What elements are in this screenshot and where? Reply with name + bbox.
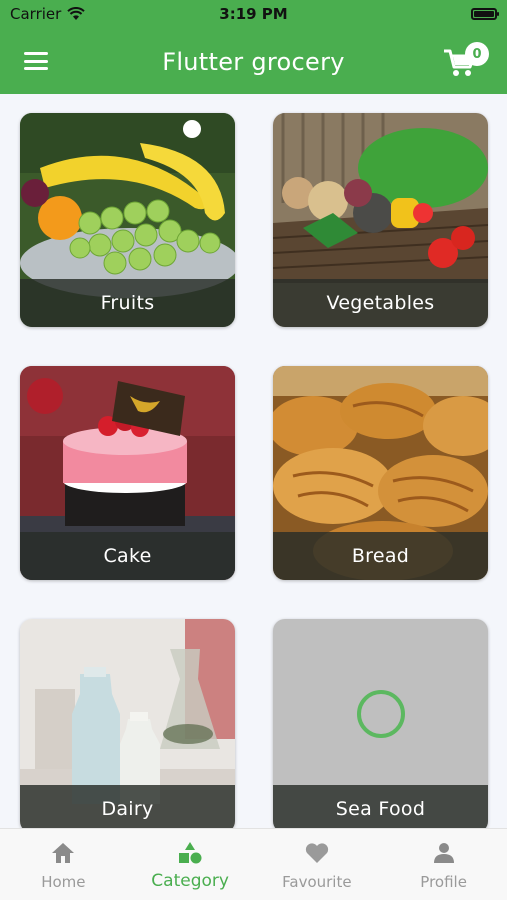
nav-label: Category bbox=[151, 871, 229, 891]
category-label-bar: Vegetables bbox=[273, 279, 488, 327]
nav-home[interactable]: Home bbox=[0, 829, 127, 900]
nav-favourite[interactable]: Favourite bbox=[254, 829, 381, 900]
app-header: Carrier 3:19 PM Flutter grocery 0 bbox=[0, 0, 507, 94]
nav-label: Home bbox=[41, 873, 86, 891]
category-label-bar: Sea Food bbox=[273, 785, 488, 833]
status-bar: Carrier 3:19 PM bbox=[0, 0, 507, 28]
category-label: Bread bbox=[351, 545, 410, 567]
category-label-bar: Cake bbox=[20, 532, 235, 580]
nav-category[interactable]: Category bbox=[127, 829, 254, 900]
wifi-icon bbox=[67, 7, 86, 20]
category-card-bread[interactable]: Bread bbox=[273, 366, 488, 580]
status-left: Carrier bbox=[10, 5, 86, 23]
category-label: Dairy bbox=[101, 798, 154, 820]
cart-count-badge: 0 bbox=[465, 42, 489, 66]
nav-label: Favourite bbox=[282, 873, 352, 891]
category-label-bar: Bread bbox=[273, 532, 488, 580]
nav-label: Profile bbox=[420, 873, 467, 891]
category-card-sea-food[interactable]: Sea Food bbox=[273, 619, 488, 833]
category-card-vegetables[interactable]: Vegetables bbox=[273, 113, 488, 327]
category-icon bbox=[179, 842, 202, 864]
carrier-label: Carrier bbox=[10, 5, 62, 23]
cart-button[interactable]: 0 bbox=[443, 42, 489, 84]
category-label-bar: Fruits bbox=[20, 279, 235, 327]
person-icon bbox=[433, 843, 454, 863]
category-label-bar: Dairy bbox=[20, 785, 235, 833]
page-title: Flutter grocery bbox=[162, 48, 345, 76]
category-card-fruits[interactable]: Fruits bbox=[20, 113, 235, 327]
nav-profile[interactable]: Profile bbox=[380, 829, 507, 900]
bottom-navigation: Home Category Favourite Profile bbox=[0, 828, 507, 900]
battery-icon bbox=[471, 8, 499, 20]
category-label: Fruits bbox=[100, 292, 155, 314]
home-icon bbox=[52, 843, 75, 863]
category-card-cake[interactable]: Cake bbox=[20, 366, 235, 580]
category-label: Cake bbox=[103, 545, 152, 567]
category-label: Vegetables bbox=[326, 292, 435, 314]
heart-icon bbox=[305, 843, 328, 863]
category-label: Sea Food bbox=[335, 798, 426, 820]
loading-spinner bbox=[356, 690, 405, 738]
status-time: 3:19 PM bbox=[219, 5, 288, 23]
category-card-dairy[interactable]: Dairy bbox=[20, 619, 235, 833]
app-bar: Flutter grocery 0 bbox=[0, 34, 507, 90]
